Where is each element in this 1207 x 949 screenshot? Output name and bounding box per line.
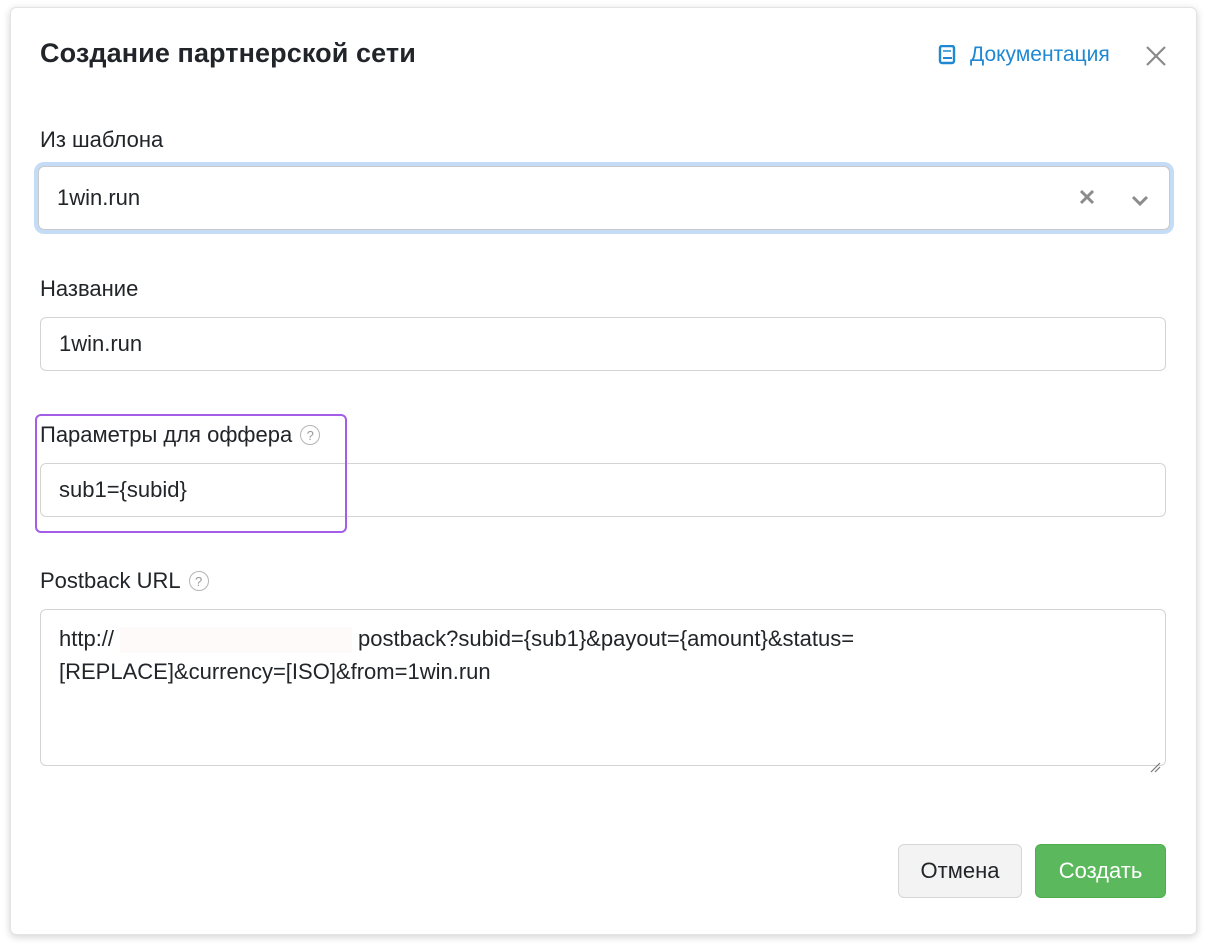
question-circle-icon[interactable]: ? <box>300 425 321 445</box>
offer-params-input-value: sub1={subid} <box>59 477 187 502</box>
chevron-down-icon[interactable] <box>1129 189 1151 207</box>
template-label: Из шаблона <box>40 127 164 152</box>
postback-url-textarea[interactable]: http:// postback?subid={sub1}&payout={amo… <box>40 609 1166 773</box>
offer-params-label-text: Параметры для оффера <box>40 422 293 447</box>
name-input-value: 1win.run <box>59 331 143 356</box>
resize-handle-icon[interactable] <box>1149 749 1161 773</box>
book-icon <box>938 45 956 65</box>
postback-url-line-1: http:// postback?subid={sub1}&payout={amo… <box>59 622 1147 655</box>
question-circle-icon[interactable]: ? <box>188 571 209 591</box>
postback-url-label-text: Postback URL <box>40 568 181 593</box>
postback-url-line-2: [REPLACE]&currency=[ISO]&from=1win.run <box>59 659 491 684</box>
close-icon[interactable] <box>1143 43 1169 69</box>
documentation-link[interactable]: Документация <box>938 43 1110 67</box>
postback-url-label: Postback URL ? <box>40 568 209 594</box>
name-input[interactable]: 1win.run <box>40 317 1166 371</box>
cancel-button[interactable]: Отмена <box>898 844 1022 898</box>
template-select[interactable]: 1win.run <box>38 166 1170 230</box>
offer-params-input[interactable]: sub1={subid} <box>40 463 1166 517</box>
offer-params-label: Параметры для оффера ? <box>40 422 321 448</box>
clear-icon[interactable] <box>1077 187 1097 207</box>
name-label: Название <box>40 276 139 301</box>
create-button[interactable]: Создать <box>1035 844 1166 898</box>
redacted-domain <box>120 627 353 654</box>
modal-title: Создание партнерской сети <box>40 38 416 68</box>
documentation-link-label[interactable]: Документация <box>970 43 1110 67</box>
postback-url-suffix: postback?subid={sub1}&payout={amount}&st… <box>358 626 855 651</box>
create-affiliate-network-modal: Создание партнерской сети Документация И… <box>10 7 1197 935</box>
template-select-value: 1win.run <box>57 185 141 210</box>
postback-url-prefix: http:// <box>59 626 115 651</box>
